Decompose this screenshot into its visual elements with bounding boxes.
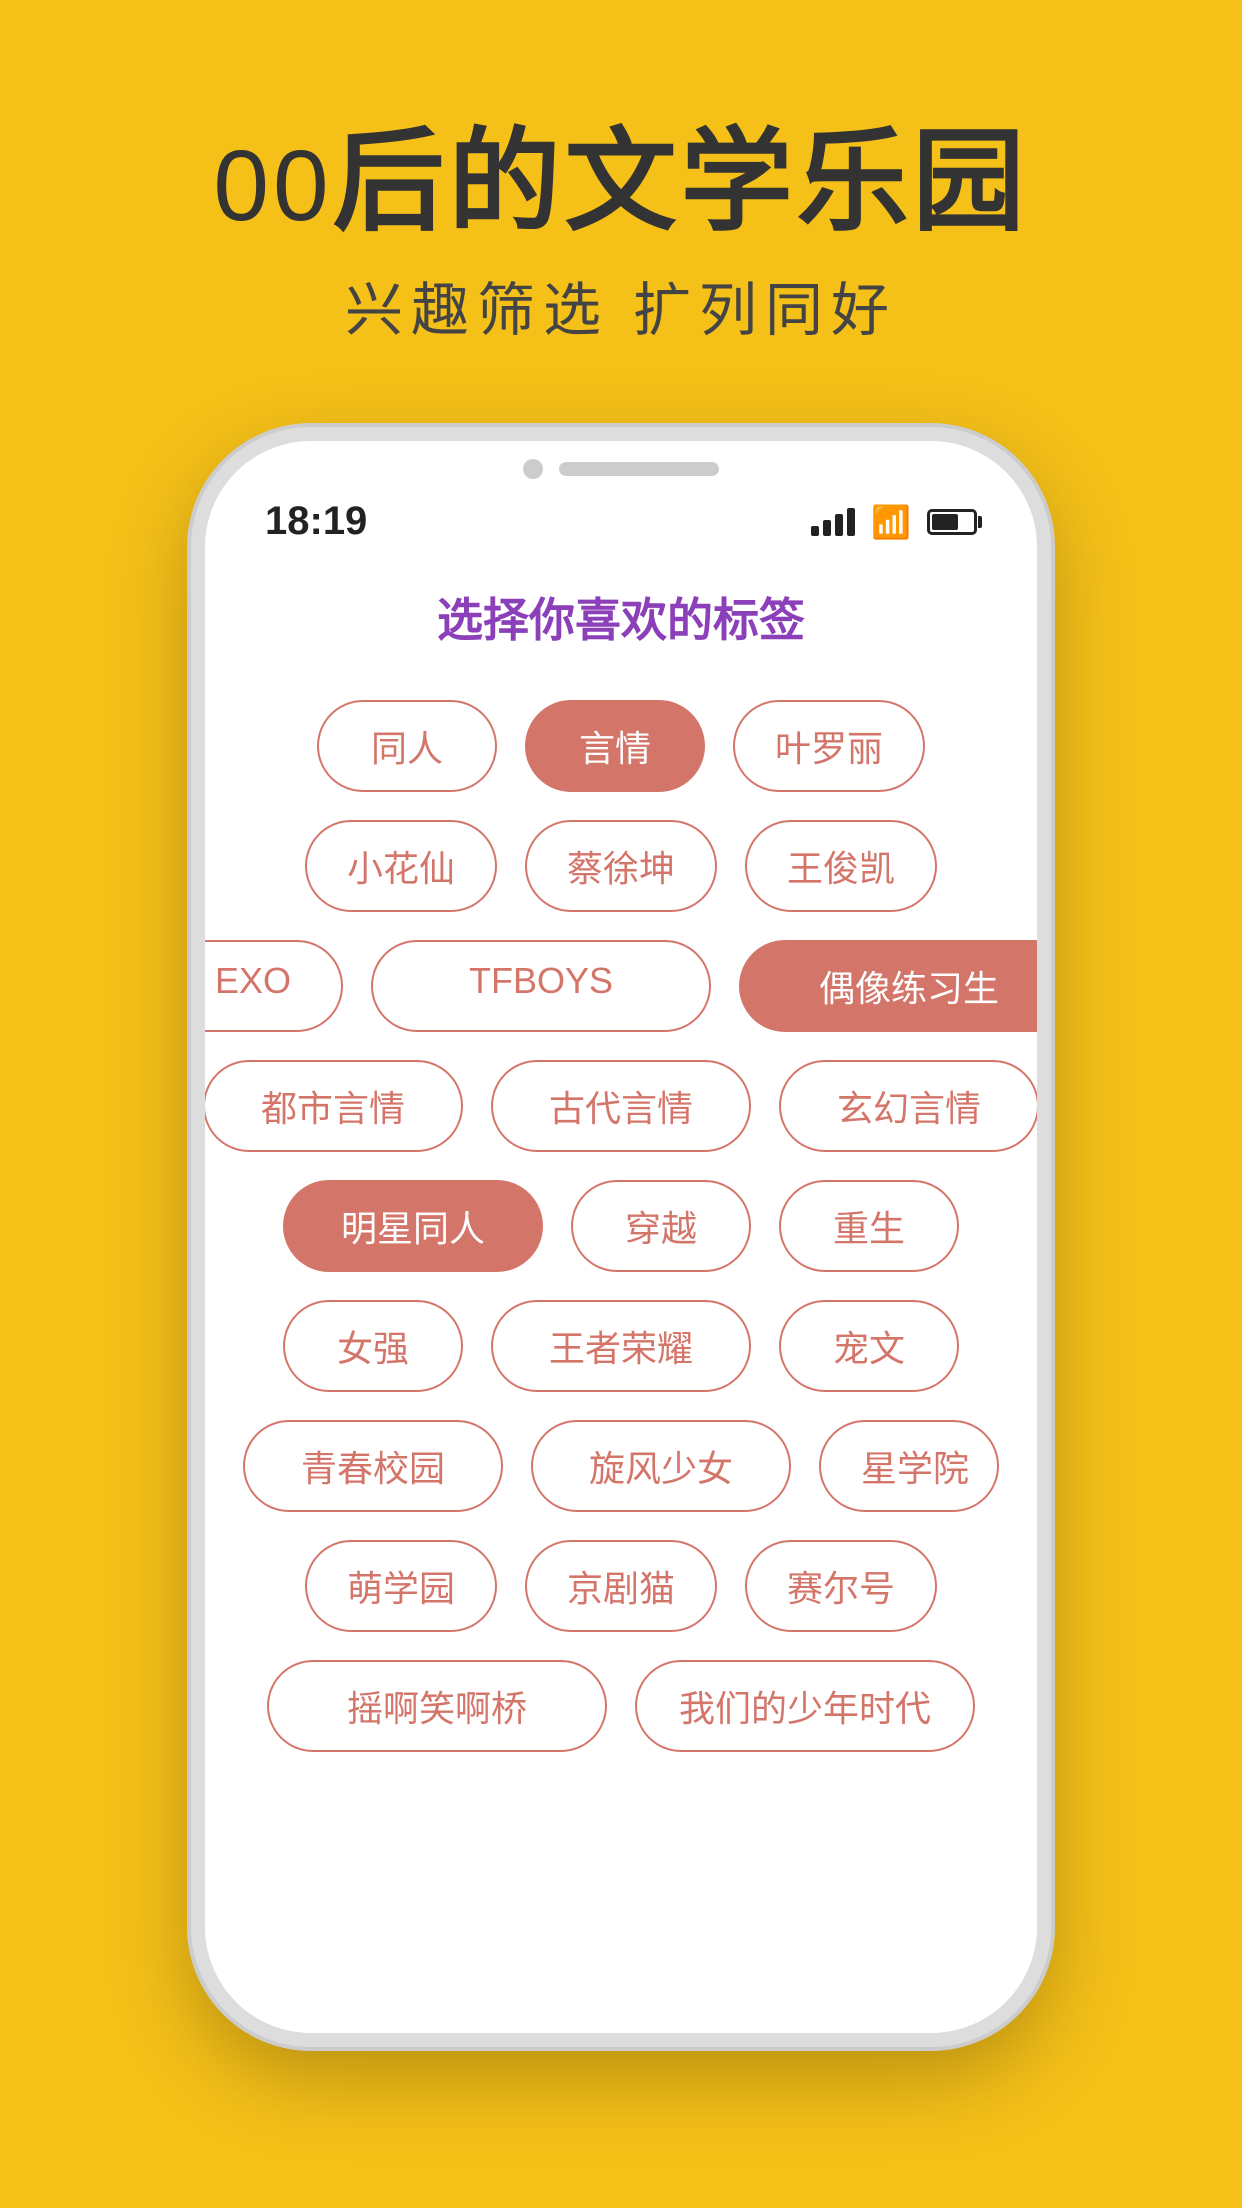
signal-bar-3 <box>835 514 843 536</box>
tags-row-2: EXOTFBOYS偶像练习生 <box>245 940 997 1032</box>
tag-8-1[interactable]: 我们的少年时代 <box>635 1660 975 1752</box>
tag-5-1[interactable]: 王者荣耀 <box>491 1300 751 1392</box>
tags-row-6: 青春校园旋风少女星学院 <box>245 1420 997 1512</box>
tag-1-1[interactable]: 蔡徐坤 <box>525 820 717 912</box>
page-title: 选择你喜欢的标签 <box>205 554 1037 700</box>
signal-bar-4 <box>847 508 855 536</box>
tag-0-0[interactable]: 同人 <box>317 700 497 792</box>
tag-0-2[interactable]: 叶罗丽 <box>733 700 925 792</box>
tag-1-0[interactable]: 小花仙 <box>305 820 497 912</box>
title-suffix: 后的文学乐园 <box>333 119 1029 244</box>
signal-bar-2 <box>823 520 831 536</box>
status-icons: 📶 <box>811 503 977 541</box>
signal-icon <box>811 508 855 536</box>
tag-0-1[interactable]: 言情 <box>525 700 705 792</box>
phone-wrapper: 18:19 📶 <box>191 427 1051 2047</box>
tag-1-2[interactable]: 王俊凯 <box>745 820 937 912</box>
tag-2-0[interactable]: EXO <box>191 940 343 1032</box>
tag-2-2[interactable]: 偶像练习生 <box>739 940 1051 1032</box>
title-prefix: 00 <box>213 130 332 242</box>
tag-2-1[interactable]: TFBOYS <box>371 940 711 1032</box>
status-time: 18:19 <box>265 499 367 544</box>
tag-6-0[interactable]: 青春校园 <box>243 1420 503 1512</box>
tags-row-4: 明星同人穿越重生 <box>245 1180 997 1272</box>
speaker-bar <box>559 462 719 476</box>
tag-3-2[interactable]: 玄幻言情 <box>779 1060 1039 1152</box>
tags-row-7: 萌学园京剧猫赛尔号 <box>245 1540 997 1632</box>
tag-3-0[interactable]: 都市言情 <box>203 1060 463 1152</box>
battery-icon <box>927 509 977 535</box>
tag-3-1[interactable]: 古代言情 <box>491 1060 751 1152</box>
tags-container: 同人言情叶罗丽小花仙蔡徐坤王俊凯EXOTFBOYS偶像练习生都市言情古代言情玄幻… <box>205 700 1037 1752</box>
camera-dot <box>523 459 543 479</box>
tag-7-0[interactable]: 萌学园 <box>305 1540 497 1632</box>
phone-outer: 18:19 📶 <box>191 427 1051 2047</box>
status-bar: 18:19 📶 <box>205 479 1037 554</box>
phone-top-bar <box>205 441 1037 479</box>
background: 00后的文学乐园 兴趣筛选 扩列同好 18:19 <box>0 0 1242 2208</box>
wifi-icon: 📶 <box>871 503 911 541</box>
tag-6-2[interactable]: 星学院 <box>819 1420 999 1512</box>
tag-4-1[interactable]: 穿越 <box>571 1180 751 1272</box>
battery-fill <box>932 514 958 530</box>
tag-4-2[interactable]: 重生 <box>779 1180 959 1272</box>
phone-camera-area <box>523 459 719 479</box>
tag-8-0[interactable]: 摇啊笑啊桥 <box>267 1660 607 1752</box>
tag-5-2[interactable]: 宠文 <box>779 1300 959 1392</box>
tags-row-0: 同人言情叶罗丽 <box>245 700 997 792</box>
tag-5-0[interactable]: 女强 <box>283 1300 463 1392</box>
main-title: 00后的文学乐园 <box>0 120 1242 243</box>
sub-title: 兴趣筛选 扩列同好 <box>0 263 1242 347</box>
tags-row-8: 摇啊笑啊桥我们的少年时代 <box>245 1660 997 1752</box>
tags-row-1: 小花仙蔡徐坤王俊凯 <box>245 820 997 912</box>
header-section: 00后的文学乐园 兴趣筛选 扩列同好 <box>0 0 1242 347</box>
tag-7-2[interactable]: 赛尔号 <box>745 1540 937 1632</box>
tags-row-5: 女强王者荣耀宠文 <box>245 1300 997 1392</box>
tag-4-0[interactable]: 明星同人 <box>283 1180 543 1272</box>
signal-bar-1 <box>811 526 819 536</box>
tags-row-3: 都市言情古代言情玄幻言情 <box>245 1060 997 1152</box>
tag-6-1[interactable]: 旋风少女 <box>531 1420 791 1512</box>
tag-7-1[interactable]: 京剧猫 <box>525 1540 717 1632</box>
